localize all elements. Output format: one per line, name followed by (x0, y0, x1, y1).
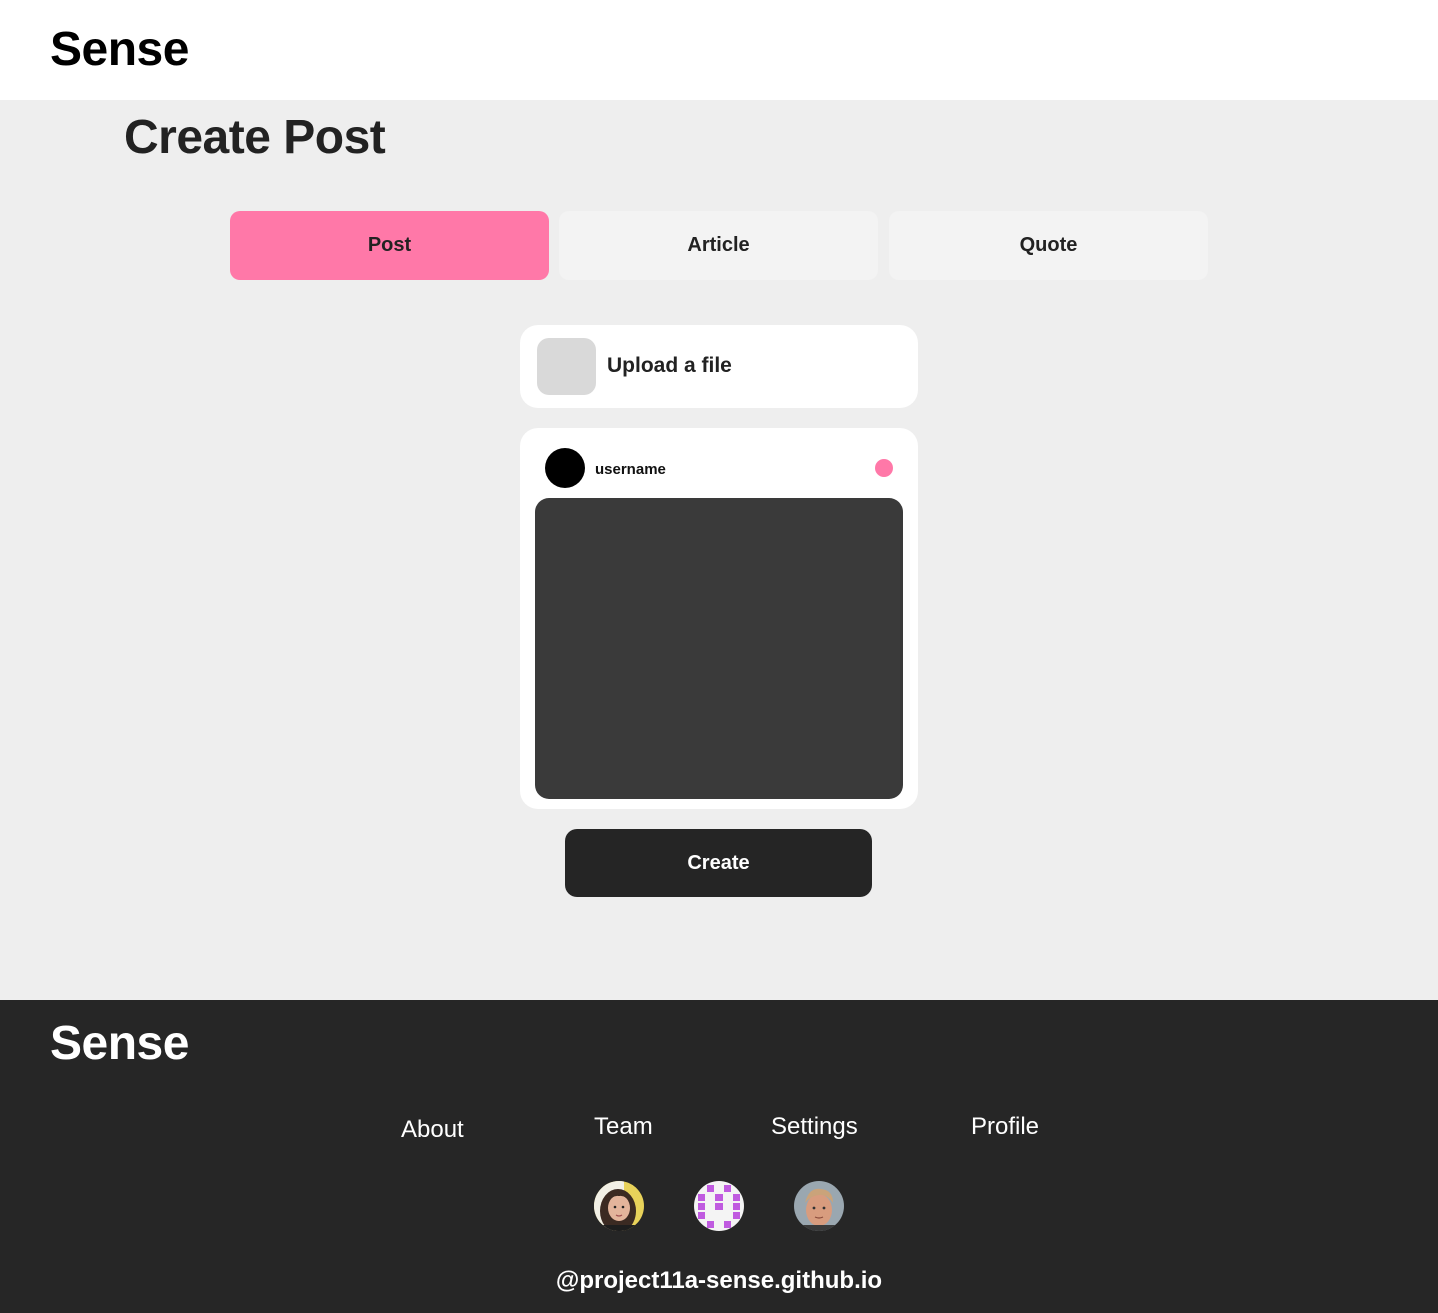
page-title: Create Post (124, 111, 386, 164)
tab-article[interactable]: Article (559, 211, 878, 280)
footer-logo[interactable]: Sense (50, 1016, 189, 1072)
preview-username: username (595, 461, 666, 478)
post-type-tabs: Post Article Quote (230, 211, 1208, 280)
status-dot-icon (875, 459, 893, 477)
identicon-avatar-icon (694, 1181, 744, 1231)
preview-image-placeholder (535, 498, 903, 799)
avatar (545, 448, 585, 488)
upload-thumbnail (537, 338, 596, 395)
site-footer: Sense About Team Settings Profile @proje… (0, 1000, 1438, 1313)
site-logo[interactable]: Sense (50, 22, 189, 78)
team-member-2-avatar[interactable] (694, 1181, 744, 1231)
site-header: Sense (0, 0, 1438, 100)
portrait-avatar-icon (594, 1181, 644, 1231)
portrait-avatar-icon (794, 1181, 844, 1231)
tab-quote[interactable]: Quote (889, 211, 1208, 280)
upload-label: Upload a file (607, 354, 732, 377)
footer-link-about[interactable]: About (401, 1115, 464, 1145)
upload-file-button[interactable]: Upload a file (520, 325, 918, 408)
footer-handle[interactable]: @project11a-sense.github.io (0, 1266, 1438, 1296)
create-button[interactable]: Create (565, 829, 872, 897)
footer-link-settings[interactable]: Settings (771, 1112, 858, 1142)
post-preview-card: username (520, 428, 918, 809)
footer-link-team[interactable]: Team (594, 1112, 653, 1142)
footer-link-profile[interactable]: Profile (971, 1112, 1039, 1142)
team-member-3-avatar[interactable] (794, 1181, 844, 1231)
tab-post[interactable]: Post (230, 211, 549, 280)
team-member-1-avatar[interactable] (594, 1181, 644, 1231)
